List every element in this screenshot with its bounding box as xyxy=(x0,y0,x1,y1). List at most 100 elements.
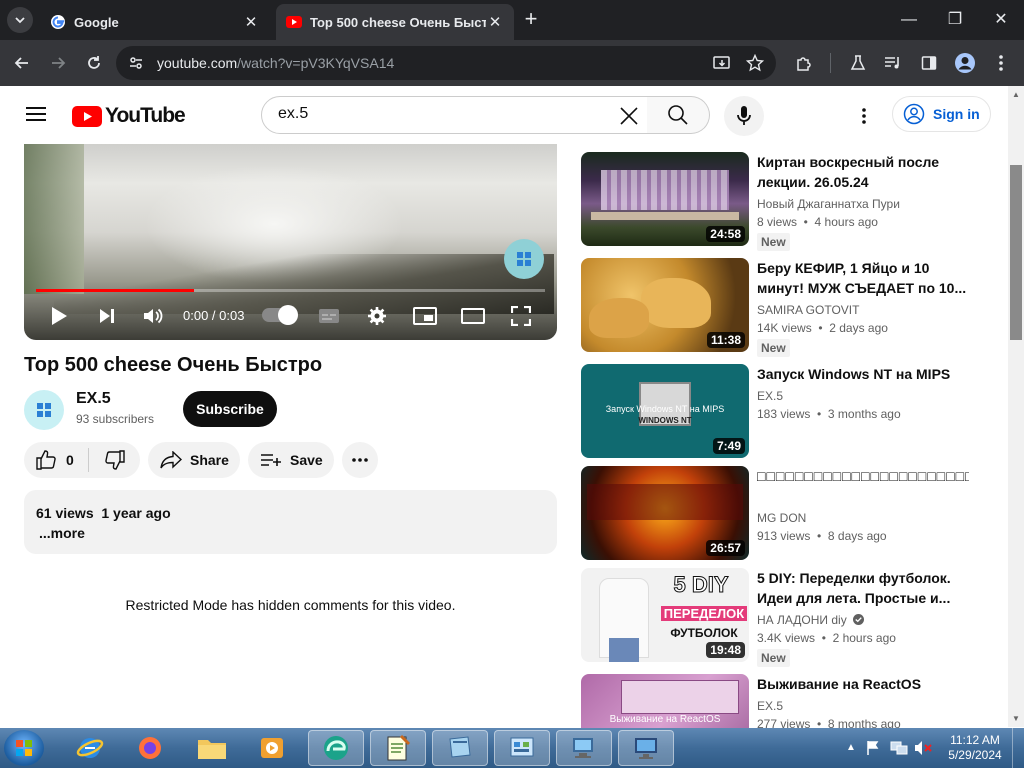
site-settings-icon[interactable] xyxy=(128,55,144,71)
related-video[interactable]: 11:38 Беру КЕФИР, 1 Яйцо и 10 минут! МУЖ… xyxy=(581,258,1001,357)
profile-button[interactable] xyxy=(952,50,978,76)
close-tab-icon[interactable]: ✕ xyxy=(486,13,504,31)
related-video[interactable]: 5 DIY ПЕРЕДЕЛОК ФУТБОЛОК 19:48 5 DIY: Пе… xyxy=(581,568,1001,667)
autoplay-toggle[interactable] xyxy=(262,305,298,325)
channel-name[interactable]: НА ЛАДОНИ diy xyxy=(757,613,865,627)
video-thumbnail[interactable]: 24:58 xyxy=(581,152,749,246)
scrollbar-thumb[interactable] xyxy=(1010,165,1022,340)
video-title[interactable]: 5 DIY: Переделки футболок. Идеи для лета… xyxy=(757,568,969,608)
tray-expand-icon[interactable]: ▲ xyxy=(846,742,856,753)
close-window-button[interactable]: ✕ xyxy=(978,6,1024,34)
star-icon[interactable] xyxy=(746,54,764,72)
theater-mode-button[interactable] xyxy=(460,302,486,330)
channel-watermark[interactable] xyxy=(504,239,544,279)
tab-search-button[interactable] xyxy=(7,7,33,33)
media-controls-button[interactable] xyxy=(880,50,906,76)
related-video[interactable]: 24:58 Киртан воскресный после лекции. 26… xyxy=(581,152,1001,251)
fullscreen-button[interactable] xyxy=(508,302,534,330)
channel-name[interactable]: EX.5 xyxy=(757,699,783,713)
search-button[interactable] xyxy=(647,96,710,134)
video-title[interactable]: Запуск Windows NT на MIPS xyxy=(757,364,969,384)
subtitles-button[interactable] xyxy=(316,302,342,330)
channel-name[interactable]: EX.5 xyxy=(76,390,111,408)
start-button[interactable] xyxy=(4,730,44,766)
progress-bar[interactable] xyxy=(36,289,545,292)
show-more-link[interactable]: ...more xyxy=(39,525,85,541)
back-button[interactable] xyxy=(9,50,35,76)
network-icon[interactable] xyxy=(890,740,908,756)
internet-explorer-icon xyxy=(76,738,104,758)
related-video[interactable]: Запуск Windows NT на MIPS WINDOWS NT 7:4… xyxy=(581,364,1001,458)
video-title[interactable]: □□□□□□□□□□□□□□□□□□□□□□□□□□□□□□□□□□□... xyxy=(757,466,969,486)
related-video[interactable]: Выживание на ReactOS Выживание на ReactO… xyxy=(581,674,1001,728)
play-button[interactable] xyxy=(46,302,72,330)
action-center-flag-icon[interactable] xyxy=(866,740,880,756)
restore-button[interactable]: ❐ xyxy=(932,6,978,34)
extensions-button[interactable] xyxy=(791,50,817,76)
file-explorer-button[interactable] xyxy=(184,730,240,766)
chrome-taskbar-button[interactable] xyxy=(308,730,364,766)
related-video[interactable]: 26:57 □□□□□□□□□□□□□□□□□□□□□□□□□□□□□□□□□□… xyxy=(581,466,1001,560)
video-player[interactable]: 0:00 / 0:03 xyxy=(24,144,557,340)
share-button[interactable]: Share xyxy=(148,442,240,478)
labs-button[interactable] xyxy=(845,50,871,76)
settings-menu-button[interactable] xyxy=(852,104,876,128)
tab-youtube-video[interactable]: Top 500 cheese Очень Быстро ✕ xyxy=(276,4,514,40)
youtube-logo[interactable]: YouTube xyxy=(72,104,186,128)
sign-in-button[interactable]: Sign in xyxy=(892,96,991,132)
channel-avatar[interactable] xyxy=(24,390,64,430)
youtube-wordmark: YouTube xyxy=(105,104,186,127)
scroll-up-arrow[interactable]: ▲ xyxy=(1008,88,1024,102)
channel-name[interactable]: MG DON xyxy=(757,511,806,525)
computer-taskbar-button[interactable] xyxy=(556,730,612,766)
system-clock[interactable]: 11:12 AM 5/29/2024 xyxy=(942,733,1008,763)
scroll-down-arrow[interactable]: ▼ xyxy=(1008,712,1024,726)
voice-search-button[interactable] xyxy=(724,96,764,136)
clear-search-icon[interactable] xyxy=(617,104,641,128)
search-input[interactable] xyxy=(278,105,598,123)
app-taskbar-button[interactable] xyxy=(432,730,488,766)
notepad-taskbar-button[interactable] xyxy=(370,730,426,766)
video-thumbnail[interactable]: Запуск Windows NT на MIPS WINDOWS NT 7:4… xyxy=(581,364,749,458)
remote-desktop-taskbar-button[interactable] xyxy=(618,730,674,766)
channel-name[interactable]: Новый Джаганнатха Пури xyxy=(757,197,900,211)
miniplayer-button[interactable] xyxy=(412,302,438,330)
channel-name[interactable]: EX.5 xyxy=(757,389,783,403)
more-actions-button[interactable] xyxy=(342,442,378,478)
dislike-button[interactable] xyxy=(89,442,140,478)
video-title[interactable]: Беру КЕФИР, 1 Яйцо и 10 минут! МУЖ СЪЕДА… xyxy=(757,258,969,298)
subscribe-button[interactable]: Subscribe xyxy=(183,391,277,427)
internet-explorer-button[interactable] xyxy=(62,730,118,766)
show-desktop-button[interactable] xyxy=(1012,728,1024,768)
video-thumbnail[interactable]: 11:38 xyxy=(581,258,749,352)
search-box[interactable] xyxy=(261,96,648,134)
description-box[interactable]: 61 views 1 year ago ...more xyxy=(24,490,557,554)
mute-button[interactable] xyxy=(140,302,166,330)
next-button[interactable] xyxy=(94,302,120,330)
close-tab-icon[interactable]: ✕ xyxy=(242,13,260,31)
tab-google[interactable]: Google ✕ xyxy=(40,4,270,40)
reload-button[interactable] xyxy=(81,50,107,76)
save-button[interactable]: Save xyxy=(248,442,334,478)
video-thumbnail[interactable]: 5 DIY ПЕРЕДЕЛОК ФУТБОЛОК 19:48 xyxy=(581,568,749,662)
minimize-button[interactable]: — xyxy=(886,6,932,34)
volume-muted-icon[interactable] xyxy=(914,740,932,756)
video-title[interactable]: Выживание на ReactOS xyxy=(757,674,969,694)
guide-menu-button[interactable] xyxy=(26,106,46,122)
media-player-button[interactable] xyxy=(244,730,300,766)
video-thumbnail[interactable]: 26:57 xyxy=(581,466,749,560)
channel-name[interactable]: SAMIRA GOTOVIT xyxy=(757,303,859,317)
account-circle-icon xyxy=(903,103,925,125)
new-tab-button[interactable]: + xyxy=(520,8,542,30)
firefox-button[interactable] xyxy=(122,730,178,766)
settings-button[interactable] xyxy=(364,302,390,330)
chrome-menu-button[interactable] xyxy=(988,50,1014,76)
forward-button[interactable] xyxy=(45,50,71,76)
install-app-icon[interactable] xyxy=(713,55,731,71)
video-title[interactable]: Киртан воскресный после лекции. 26.05.24 xyxy=(757,152,969,192)
video-thumbnail[interactable]: Выживание на ReactOS xyxy=(581,674,749,728)
side-panel-button[interactable] xyxy=(916,50,942,76)
control-panel-taskbar-button[interactable] xyxy=(494,730,550,766)
address-bar[interactable]: youtube.com/watch?v=pV3KYqVSA14 xyxy=(116,46,776,80)
like-button[interactable]: 0 xyxy=(24,442,88,478)
